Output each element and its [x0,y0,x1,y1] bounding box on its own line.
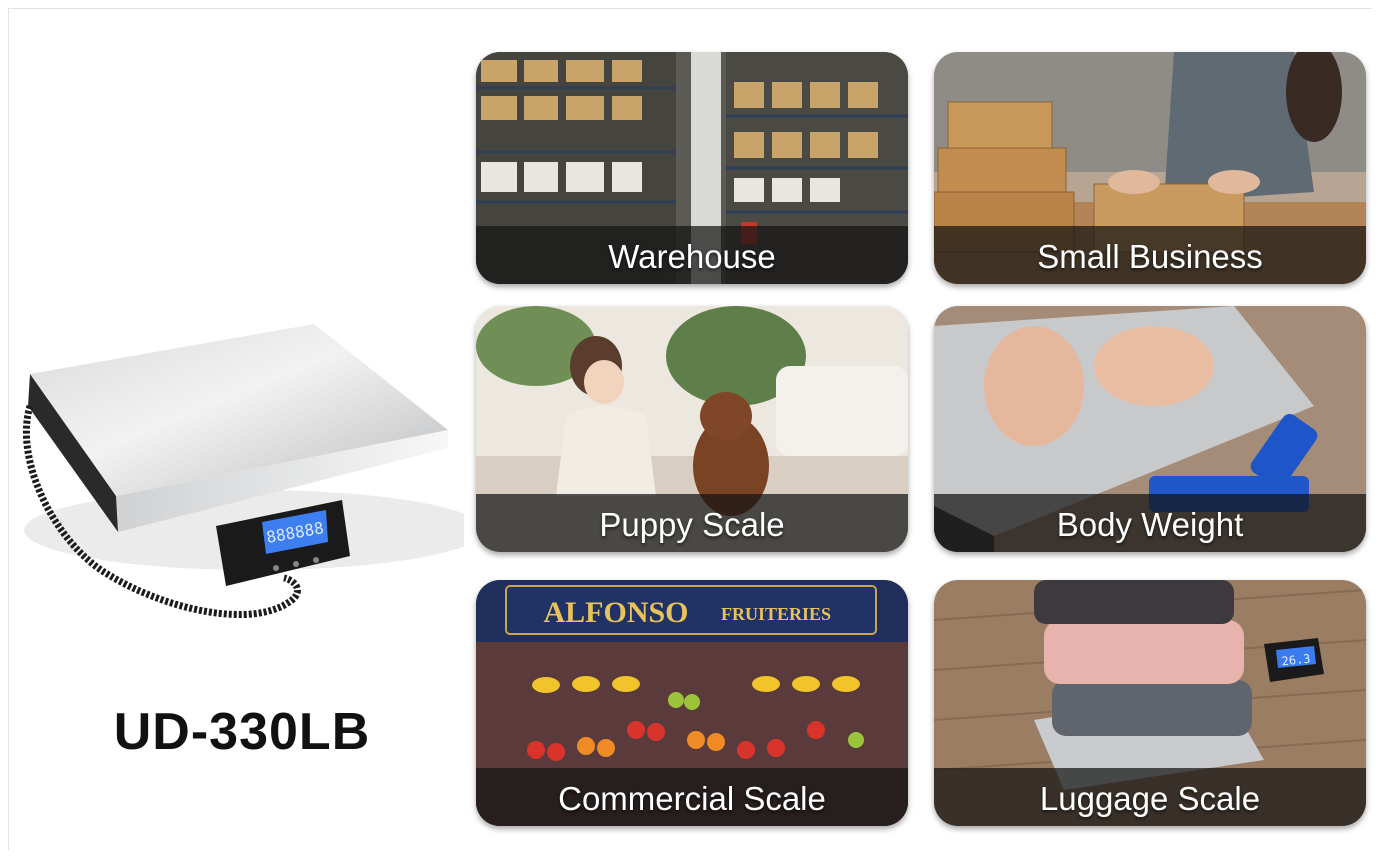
tile-body-weight: Body Weight [934,306,1366,552]
tile-small-business: Small Business [934,52,1366,284]
model-number: UD-330LB [113,703,371,761]
tile-caption: Puppy Scale [599,506,785,543]
store-sign-subtitle: FRUITERIES [721,604,831,624]
tile-commercial-scale: ALFONSO FRUITERIES Commercial Scale [476,580,908,826]
scale-product-image: 888888 [22,324,464,619]
tile-caption: Luggage Scale [1039,780,1261,817]
page-frame-top [8,8,1372,9]
tile-caption: Commercial Scale [558,780,826,817]
tile-puppy-scale: Puppy Scale [476,306,908,552]
tile-caption: Body Weight [1056,506,1244,543]
tile-caption: Small Business [1037,238,1263,275]
store-sign-name: ALFONSO [543,596,688,629]
tile-warehouse: Warehouse [476,52,908,284]
tile-luggage-scale: 26.3 Luggage Scale [934,580,1366,826]
tile-caption: Warehouse [608,238,776,275]
